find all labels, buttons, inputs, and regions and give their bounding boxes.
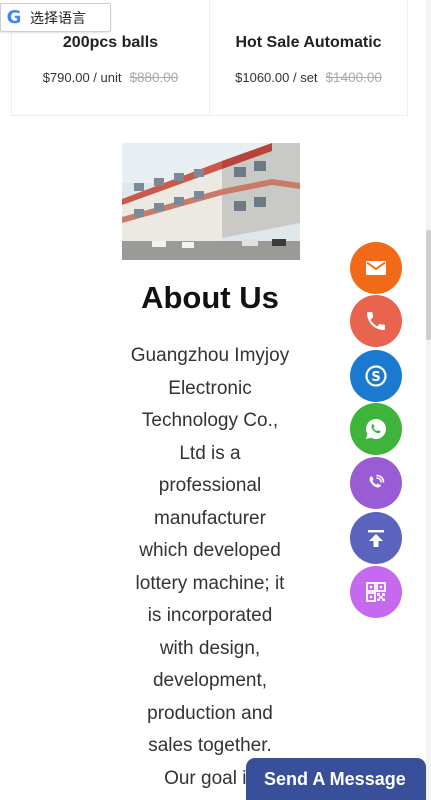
original-price: $880.00 [129,70,179,85]
product-price: $790.00 / unit $880.00 [12,70,209,85]
qr-code-icon [366,582,386,602]
scrollbar-thumb[interactable] [426,230,431,340]
viber-button[interactable] [350,457,402,509]
phone-button[interactable] [350,295,402,347]
original-price: $1400.00 [325,70,382,85]
company-building-image [122,143,300,260]
send-message-button[interactable]: Send A Message [246,758,426,800]
back-to-top-button[interactable] [350,512,402,564]
scrollbar-track[interactable] [426,0,431,800]
whatsapp-button[interactable] [350,403,402,455]
product-name[interactable]: Hot Sale Automatic [210,34,407,52]
current-price: $790.00 / unit [42,70,122,85]
send-message-label: Send A Message [264,768,406,789]
email-button[interactable] [350,242,402,294]
about-description: Guangzhou Imyjoy Electronic Technology C… [130,345,290,789]
viber-icon [369,474,385,488]
language-selector-label: 选择语言 [30,10,86,27]
envelope-icon [366,261,386,275]
product-name[interactable]: 200pcs balls [12,34,209,52]
skype-button[interactable]: S [350,350,402,402]
whatsapp-icon [366,418,387,439]
skype-icon: S [365,365,387,387]
product-price: $1060.00 / set $1400.00 [210,70,407,85]
product-card[interactable]: Hot Sale Automatic $1060.00 / set $1400.0… [209,0,408,116]
arrow-up-icon [368,530,384,547]
google-icon: G [6,7,22,28]
phone-icon [367,312,385,330]
qr-code-button[interactable] [350,566,402,618]
current-price: $1060.00 / set [235,70,318,85]
language-selector[interactable]: G 选择语言 [0,3,111,32]
svg-text:S: S [371,370,380,385]
